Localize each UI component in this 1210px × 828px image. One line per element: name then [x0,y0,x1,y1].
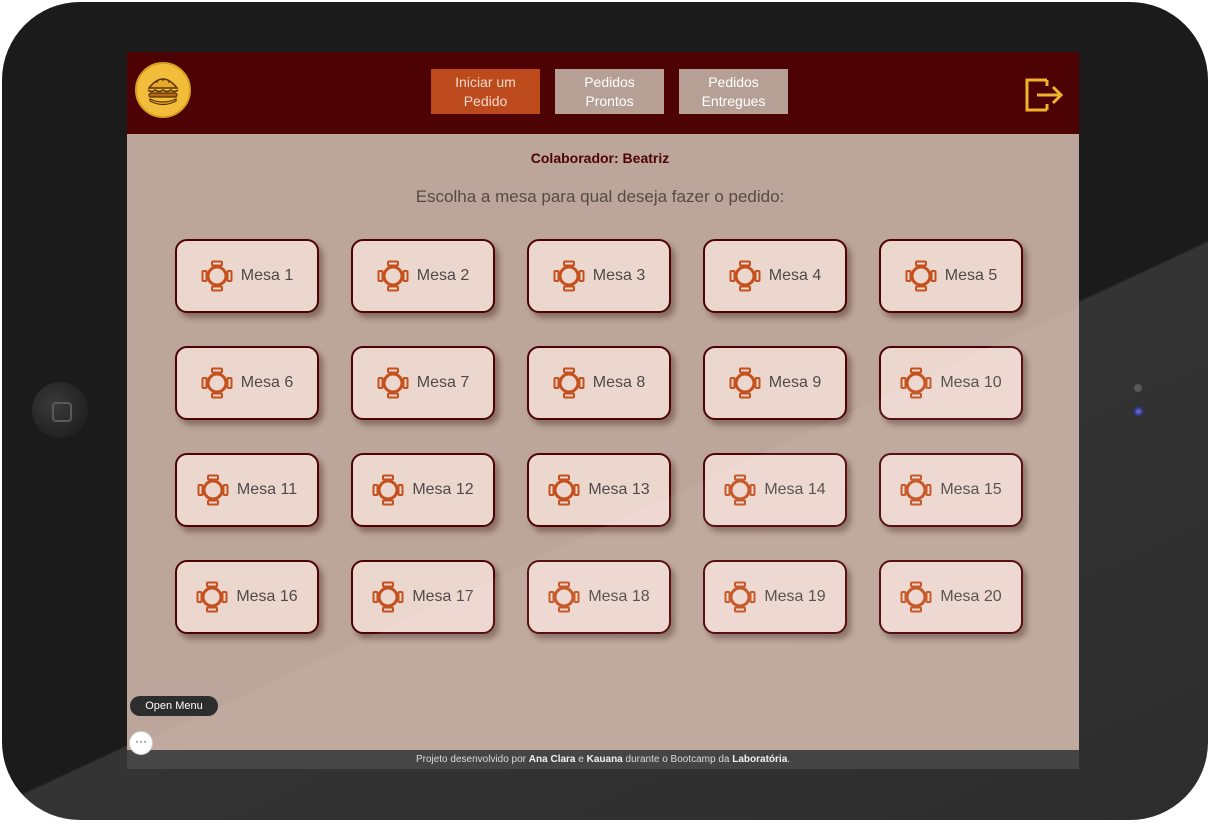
table-label: Mesa 15 [940,481,1002,498]
table-label: Mesa 17 [412,588,474,605]
table-icon [900,367,932,399]
table-label: Mesa 19 [764,588,826,605]
table-icon [372,474,404,506]
table-card-17[interactable]: Mesa 17 [351,560,495,634]
table-card-19[interactable]: Mesa 19 [703,560,847,634]
table-icon [377,367,409,399]
footer-org: Laboratória [732,754,788,765]
table-label: Mesa 3 [592,267,646,284]
table-card-7[interactable]: Mesa 7 [351,346,495,420]
table-icon [553,367,585,399]
table-card-16[interactable]: Mesa 16 [175,560,319,634]
table-label: Mesa 11 [236,481,298,498]
table-icon [201,260,233,292]
collaborator-label: Colaborador: Beatriz [530,150,670,166]
table-card-11[interactable]: Mesa 11 [175,453,319,527]
open-menu-button[interactable]: Open Menu [130,696,218,716]
table-label: Mesa 2 [416,267,470,284]
table-icon [905,260,937,292]
footer-prefix: Projeto desenvolvido por [415,754,527,765]
table-icon [724,581,756,613]
nav-pedidos-entregues-button[interactable]: Pedidos Entregues [679,69,788,114]
instruction-text: Escolha a mesa para qual deseja fazer o … [415,187,785,206]
table-icon [553,260,585,292]
table-label: Mesa 12 [412,481,474,498]
table-card-10[interactable]: Mesa 10 [879,346,1023,420]
footer: Projeto desenvolvido por Ana Clara e Kau… [127,750,1079,769]
footer-author1: Ana Clara [528,754,576,765]
table-icon [729,367,761,399]
table-label: Mesa 1 [240,267,294,284]
table-icon [900,474,932,506]
table-card-12[interactable]: Mesa 12 [351,453,495,527]
table-label: Mesa 13 [588,481,650,498]
table-card-9[interactable]: Mesa 9 [703,346,847,420]
table-icon [724,474,756,506]
table-card-13[interactable]: Mesa 13 [527,453,671,527]
nav-pedidos-prontos-button[interactable]: Pedidos Prontos [555,69,664,114]
table-icon [900,581,932,613]
burger-logo-icon[interactable] [135,62,191,118]
table-label: Mesa 7 [416,374,470,391]
table-label: Mesa 14 [764,481,826,498]
table-card-6[interactable]: Mesa 6 [175,346,319,420]
table-card-15[interactable]: Mesa 15 [879,453,1023,527]
home-button[interactable] [32,382,88,438]
table-icon [372,581,404,613]
logout-icon[interactable] [1023,72,1065,114]
table-icon [548,581,580,613]
footer-suffix: . [787,754,791,765]
table-card-20[interactable]: Mesa 20 [879,560,1023,634]
table-card-4[interactable]: Mesa 4 [703,239,847,313]
table-card-8[interactable]: Mesa 8 [527,346,671,420]
table-card-2[interactable]: Mesa 2 [351,239,495,313]
table-icon [548,474,580,506]
table-icon [729,260,761,292]
table-card-3[interactable]: Mesa 3 [527,239,671,313]
table-icon [201,367,233,399]
table-label: Mesa 16 [236,588,298,605]
nav-iniciar-pedido-button[interactable]: Iniciar um Pedido [431,69,540,114]
table-label: Mesa 8 [592,374,646,391]
table-label: Mesa 10 [940,374,1002,391]
table-card-1[interactable]: Mesa 1 [175,239,319,313]
footer-author2: Kauana [586,754,623,765]
more-options-button[interactable]: ··· [129,731,153,755]
table-icon [196,581,228,613]
footer-conj: e [578,754,584,765]
table-label: Mesa 18 [588,588,650,605]
table-icon [377,260,409,292]
table-icon [197,474,229,506]
table-label: Mesa 6 [240,374,294,391]
app-screen: Iniciar um Pedido Pedidos Prontos Pedido… [127,52,1079,769]
sensor [1134,384,1142,392]
footer-middle: durante o Bootcamp da [625,754,730,765]
table-label: Mesa 4 [768,267,822,284]
app-header: Iniciar um Pedido Pedidos Prontos Pedido… [127,52,1079,134]
table-card-5[interactable]: Mesa 5 [879,239,1023,313]
table-label: Mesa 5 [944,267,998,284]
camera [1133,406,1144,417]
table-card-14[interactable]: Mesa 14 [703,453,847,527]
table-label: Mesa 9 [768,374,822,391]
table-card-18[interactable]: Mesa 18 [527,560,671,634]
table-label: Mesa 20 [940,588,1002,605]
